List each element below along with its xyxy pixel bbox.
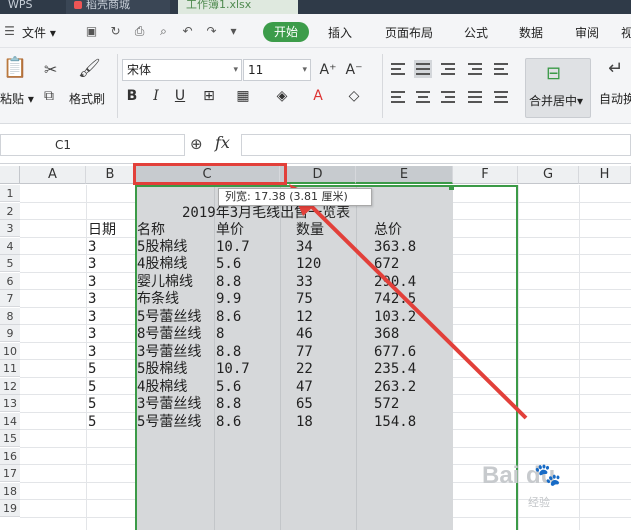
annotation-arrow [289, 184, 528, 420]
baidu-watermark: Bai du 🐾 经验 [482, 462, 612, 510]
paw-icon: 🐾 [534, 462, 562, 487]
watermark-sub: 经验 [528, 497, 550, 509]
column-width-tooltip: 列宽: 17.38 (3.81 厘米) [218, 188, 372, 206]
arrow-shaft [303, 198, 528, 420]
